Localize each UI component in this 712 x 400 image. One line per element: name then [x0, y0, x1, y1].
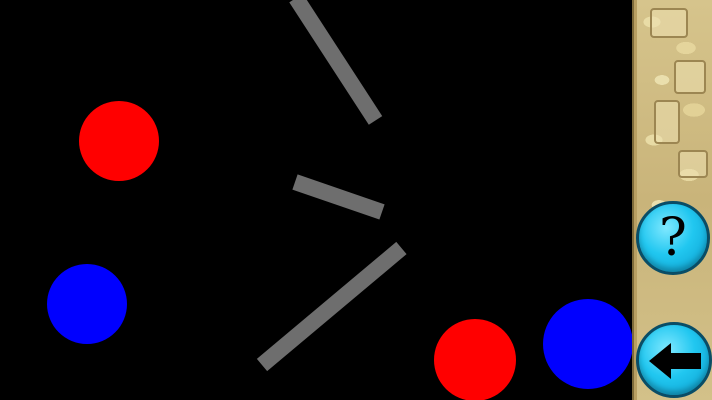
plank	[292, 174, 385, 220]
plank	[289, 0, 383, 125]
plank	[256, 241, 407, 372]
blue-ball[interactable]	[47, 264, 127, 344]
stone-glyph	[674, 60, 706, 94]
stone-glyph	[678, 150, 708, 178]
playfield[interactable]	[0, 0, 632, 400]
blue-ball[interactable]	[543, 299, 632, 389]
red-ball[interactable]	[79, 101, 159, 181]
back-button[interactable]	[636, 322, 712, 398]
arrow-left-icon	[649, 343, 701, 379]
question-mark-icon: ?	[659, 208, 687, 268]
help-button[interactable]: ?	[636, 201, 710, 275]
game-screen: ?	[0, 0, 712, 400]
red-ball[interactable]	[434, 319, 516, 400]
stone-glyph	[650, 8, 688, 38]
stone-glyph	[654, 100, 680, 144]
